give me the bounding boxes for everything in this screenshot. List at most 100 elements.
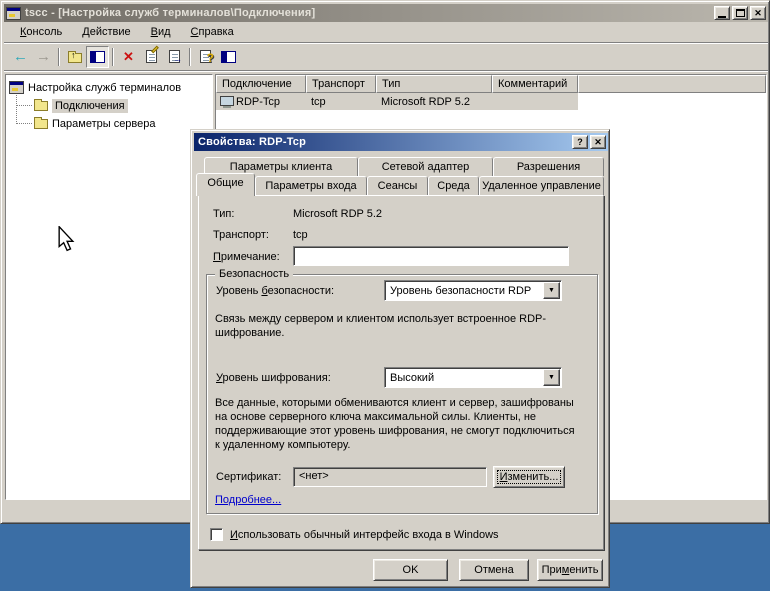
- maximize-button[interactable]: [732, 6, 748, 20]
- security-group: Безопасность Уровень безопасности: Урове…: [206, 268, 598, 514]
- security-level-value: Уровень безопасности RDP: [390, 284, 532, 297]
- encryption-description: Все данные, которыми обмениваются клиент…: [215, 397, 575, 451]
- tree-root[interactable]: Настройка служб терминалов: [9, 79, 181, 96]
- security-level-combo[interactable]: Уровень безопасности RDP ▼: [384, 280, 562, 301]
- tab-sessions[interactable]: Сеансы: [367, 176, 428, 195]
- console-root-icon: [9, 81, 24, 94]
- delete-button[interactable]: ✕: [117, 46, 140, 68]
- menu-deystvie[interactable]: Действие: [72, 23, 140, 41]
- app-icon: [6, 6, 21, 20]
- dropdown-button[interactable]: ▼: [543, 282, 560, 299]
- dialog-title: Свойства: RDP-Tcp: [198, 136, 307, 148]
- chevron-down-icon: ▼: [548, 374, 555, 381]
- dialog-titlebar[interactable]: Свойства: RDP-Tcp ? ✕: [194, 133, 608, 151]
- tab-environment[interactable]: Среда: [428, 176, 479, 195]
- column-header-comment[interactable]: Комментарий: [492, 75, 578, 93]
- help-button[interactable]: ?: [194, 46, 217, 68]
- column-header-connection[interactable]: Подключение: [216, 75, 306, 93]
- dropdown-button[interactable]: ▼: [543, 369, 560, 386]
- help-question-icon: ?: [577, 137, 583, 147]
- properties-dialog: Свойства: RDP-Tcp ? ✕ Параметры клиента …: [190, 129, 610, 588]
- type-value: Microsoft RDP 5.2: [293, 208, 383, 220]
- tab-logon-settings[interactable]: Параметры входа: [255, 176, 367, 195]
- cancel-button[interactable]: Отмена: [459, 559, 529, 581]
- back-arrow-icon: ←: [13, 48, 28, 65]
- dialog-close-button[interactable]: ✕: [590, 135, 606, 149]
- export-list-button[interactable]: →: [163, 46, 186, 68]
- toolbar-separator: [189, 47, 191, 66]
- properties-button[interactable]: [140, 45, 163, 68]
- column-header-transport[interactable]: Транспорт: [306, 75, 376, 93]
- rdp-connection-icon: [219, 95, 234, 108]
- tree-item-server-settings[interactable]: Параметры сервера: [34, 115, 156, 132]
- tab-network-adapter[interactable]: Сетевой адаптер: [358, 157, 493, 176]
- tab-general[interactable]: Общие: [196, 173, 255, 196]
- change-certificate-button[interactable]: Изменить...: [493, 466, 565, 488]
- transport-value: tcp: [293, 229, 308, 241]
- minimize-icon: [718, 16, 726, 18]
- tree-item-label: Параметры сервера: [52, 117, 156, 130]
- close-icon: ✕: [594, 136, 602, 147]
- help-icon: ?: [200, 50, 214, 65]
- chevron-down-icon: ▼: [548, 287, 555, 294]
- desktop: tscc - [Настройка служб терминалов\Подкл…: [0, 0, 770, 591]
- more-details-link[interactable]: Подробнее...: [215, 494, 281, 506]
- toolbar: ← → ↑ ✕ → ? ▶: [4, 43, 768, 71]
- security-level-description: Связь между сервером и клиентом использу…: [215, 313, 547, 339]
- toolbar-separator: [58, 47, 60, 66]
- folder-icon: [34, 116, 48, 129]
- encryption-level-label: Уровень шифрования:: [216, 372, 331, 384]
- dialog-help-button[interactable]: ?: [572, 135, 588, 149]
- export-list-icon: →: [169, 50, 182, 64]
- certificate-field: <нет>: [293, 467, 487, 487]
- menu-spravka[interactable]: Справка: [181, 23, 244, 41]
- menu-bar: Консоль Действие Вид Справка: [4, 22, 768, 43]
- up-folder-button[interactable]: ↑: [63, 46, 86, 68]
- menu-konsol[interactable]: Консоль: [10, 23, 72, 41]
- security-level-label: Уровень безопасности:: [216, 285, 335, 297]
- standard-logon-checkbox-label[interactable]: Использовать обычный интерфейс входа в W…: [230, 529, 499, 541]
- cell-type: Microsoft RDP 5.2: [376, 93, 492, 110]
- show-panel-icon: ▶: [221, 50, 236, 63]
- encryption-level-combo[interactable]: Высокий ▼: [384, 367, 562, 388]
- back-button[interactable]: ←: [9, 46, 32, 68]
- apply-button[interactable]: Применить: [537, 559, 603, 581]
- list-row-rdp-tcp[interactable]: RDP-Tcp tcp Microsoft RDP 5.2: [216, 93, 578, 110]
- maximize-icon: [735, 9, 745, 17]
- security-group-title: Безопасность: [215, 268, 294, 280]
- close-button[interactable]: ✕: [750, 6, 766, 20]
- comment-input[interactable]: [293, 246, 569, 266]
- comment-label: Примечание:: [213, 251, 280, 263]
- tree-item-connections[interactable]: Подключения: [34, 97, 128, 114]
- tab-permissions[interactable]: Разрешения: [493, 157, 604, 176]
- toolbar-separator: [112, 47, 114, 66]
- show-tree-toggle[interactable]: [86, 45, 109, 68]
- ok-button[interactable]: OK: [373, 559, 448, 581]
- tree-item-label: Подключения: [52, 98, 128, 113]
- close-icon: ✕: [754, 7, 762, 18]
- window-title: tscc - [Настройка служб терминалов\Подкл…: [25, 7, 316, 19]
- mouse-cursor: [57, 224, 75, 255]
- menu-vid[interactable]: Вид: [141, 23, 181, 41]
- main-titlebar[interactable]: tscc - [Настройка служб терминалов\Подкл…: [4, 4, 768, 22]
- tab-remote-control[interactable]: Удаленное управление: [479, 176, 604, 195]
- show-panel-button[interactable]: ▶: [217, 46, 240, 68]
- certificate-label: Сертификат:: [216, 471, 282, 483]
- tree-panel-icon: [90, 50, 105, 63]
- encryption-level-value: Высокий: [390, 371, 435, 384]
- column-header-type[interactable]: Тип: [376, 75, 492, 93]
- cell-comment: [492, 93, 578, 110]
- console-tree-pane: Настройка служб терминалов Подключения П…: [5, 74, 213, 500]
- tree-root-label: Настройка служб терминалов: [28, 81, 182, 94]
- column-header-filler: [578, 75, 766, 93]
- standard-logon-checkbox[interactable]: [210, 528, 223, 541]
- cell-transport: tcp: [306, 93, 376, 110]
- properties-icon: [146, 45, 159, 63]
- forward-button[interactable]: →: [32, 46, 55, 68]
- forward-arrow-icon: →: [36, 48, 51, 65]
- delete-icon: ✕: [123, 48, 134, 64]
- minimize-button[interactable]: [714, 6, 730, 20]
- type-label: Тип:: [213, 208, 235, 220]
- list-header: Подключение Транспорт Тип Комментарий: [216, 75, 766, 93]
- cell-connection: RDP-Tcp: [236, 95, 281, 108]
